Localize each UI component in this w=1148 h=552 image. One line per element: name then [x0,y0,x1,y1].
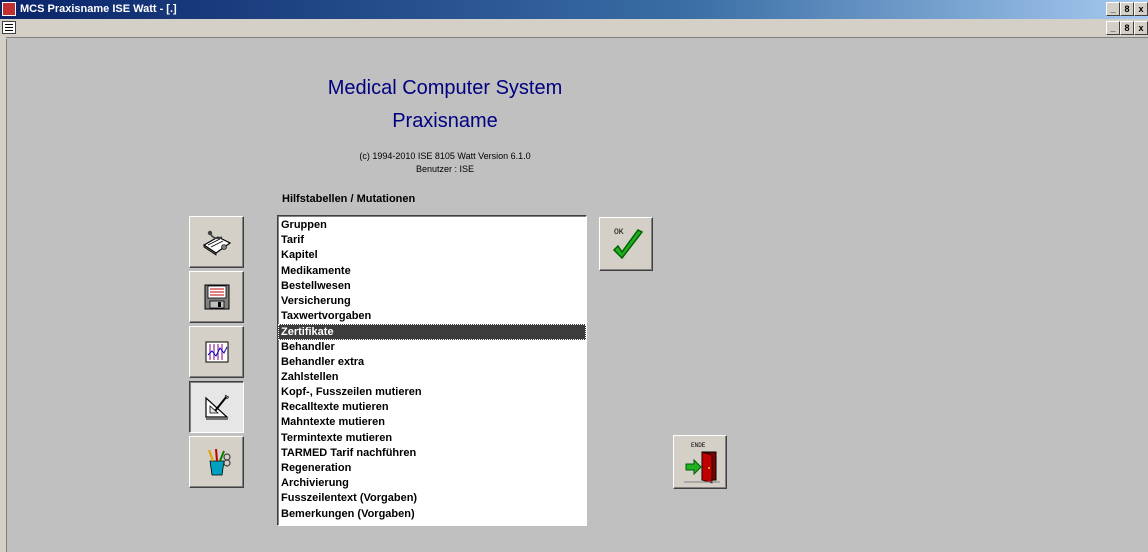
mdi-maximize-button[interactable]: 8 [1120,21,1134,35]
copyright-text: (c) 1994-2010 ISE 8105 Watt Version 6.1.… [359,151,531,161]
ok-button[interactable]: OK [599,217,653,271]
list-item[interactable]: Tarif [278,233,586,248]
list-item[interactable]: Medikamente [278,264,586,279]
practice-name-heading: Praxisname [392,110,498,132]
nav-button-tables[interactable] [189,381,244,433]
list-item[interactable]: Kapitel [278,248,586,263]
list-item[interactable]: Behandler extra [278,355,586,370]
mdi-close-button[interactable]: x [1134,21,1148,35]
checkmark-icon [612,229,644,260]
list-item[interactable]: Archivierung [278,476,586,491]
exit-button[interactable]: ENDE [673,435,727,489]
tables-listbox[interactable]: Gruppen Tarif Kapitel Medikamente Bestellwes… [277,215,587,526]
list-item[interactable]: Termintexte mutieren [278,431,586,446]
list-item[interactable]: Bemerkungen (Vorgaben) [278,507,586,522]
list-item[interactable]: Kopf-, Fusszeilen mutieren [278,385,586,400]
list-item[interactable]: Fusszeilentext (Vorgaben) [278,491,586,506]
exit-door-icon [684,451,720,484]
minimize-button[interactable]: _ [1106,2,1120,16]
document-icon[interactable] [2,21,16,34]
floppy-disk-icon [204,284,229,310]
pencil-cup-icon [207,448,231,476]
list-item[interactable]: Taxwertvorgaben [278,309,586,324]
list-item[interactable]: Bestellwesen [278,279,586,294]
tables-list: Gruppen Tarif Kapitel Medikamente Bestellwes… [278,216,586,522]
list-item[interactable]: TARMED Tarif nachführen [278,446,586,461]
window-titlebar: MCS Praxisname ISE Watt - [.] _ 8 x [0,0,1148,19]
nav-button-save[interactable] [189,271,244,323]
drafting-tools-icon [204,394,229,420]
stethoscope-book-icon [202,230,231,256]
nav-button-medical[interactable] [189,216,244,268]
user-text: Benutzer : ISE [415,164,475,174]
app-icon[interactable] [2,2,16,16]
nav-button-tools[interactable] [189,436,244,488]
window-title: MCS Praxisname ISE Watt - [.] [20,3,177,15]
maximize-button[interactable]: 8 [1120,2,1134,16]
list-item[interactable]: Gruppen [278,218,586,233]
app-heading: Medical Computer System [327,77,563,99]
list-item[interactable]: Recalltexte mutieren [278,400,586,415]
chart-icon [205,341,228,363]
mdi-menubar: _ 8 x [0,19,1148,38]
mdi-minimize-button[interactable]: _ [1106,21,1120,35]
section-title: Hilfstabellen / Mutationen [282,193,416,205]
list-item[interactable]: Zertifikate [278,324,586,340]
nav-button-statistics[interactable] [189,326,244,378]
list-item[interactable]: Zahlstellen [278,370,586,385]
list-item[interactable]: Mahntexte mutieren [278,415,586,430]
list-item[interactable]: Behandler [278,340,586,355]
exit-label: ENDE [691,442,706,449]
list-item[interactable]: Versicherung [278,294,586,309]
list-item[interactable]: Regeneration [278,461,586,476]
close-button[interactable]: x [1134,2,1148,16]
